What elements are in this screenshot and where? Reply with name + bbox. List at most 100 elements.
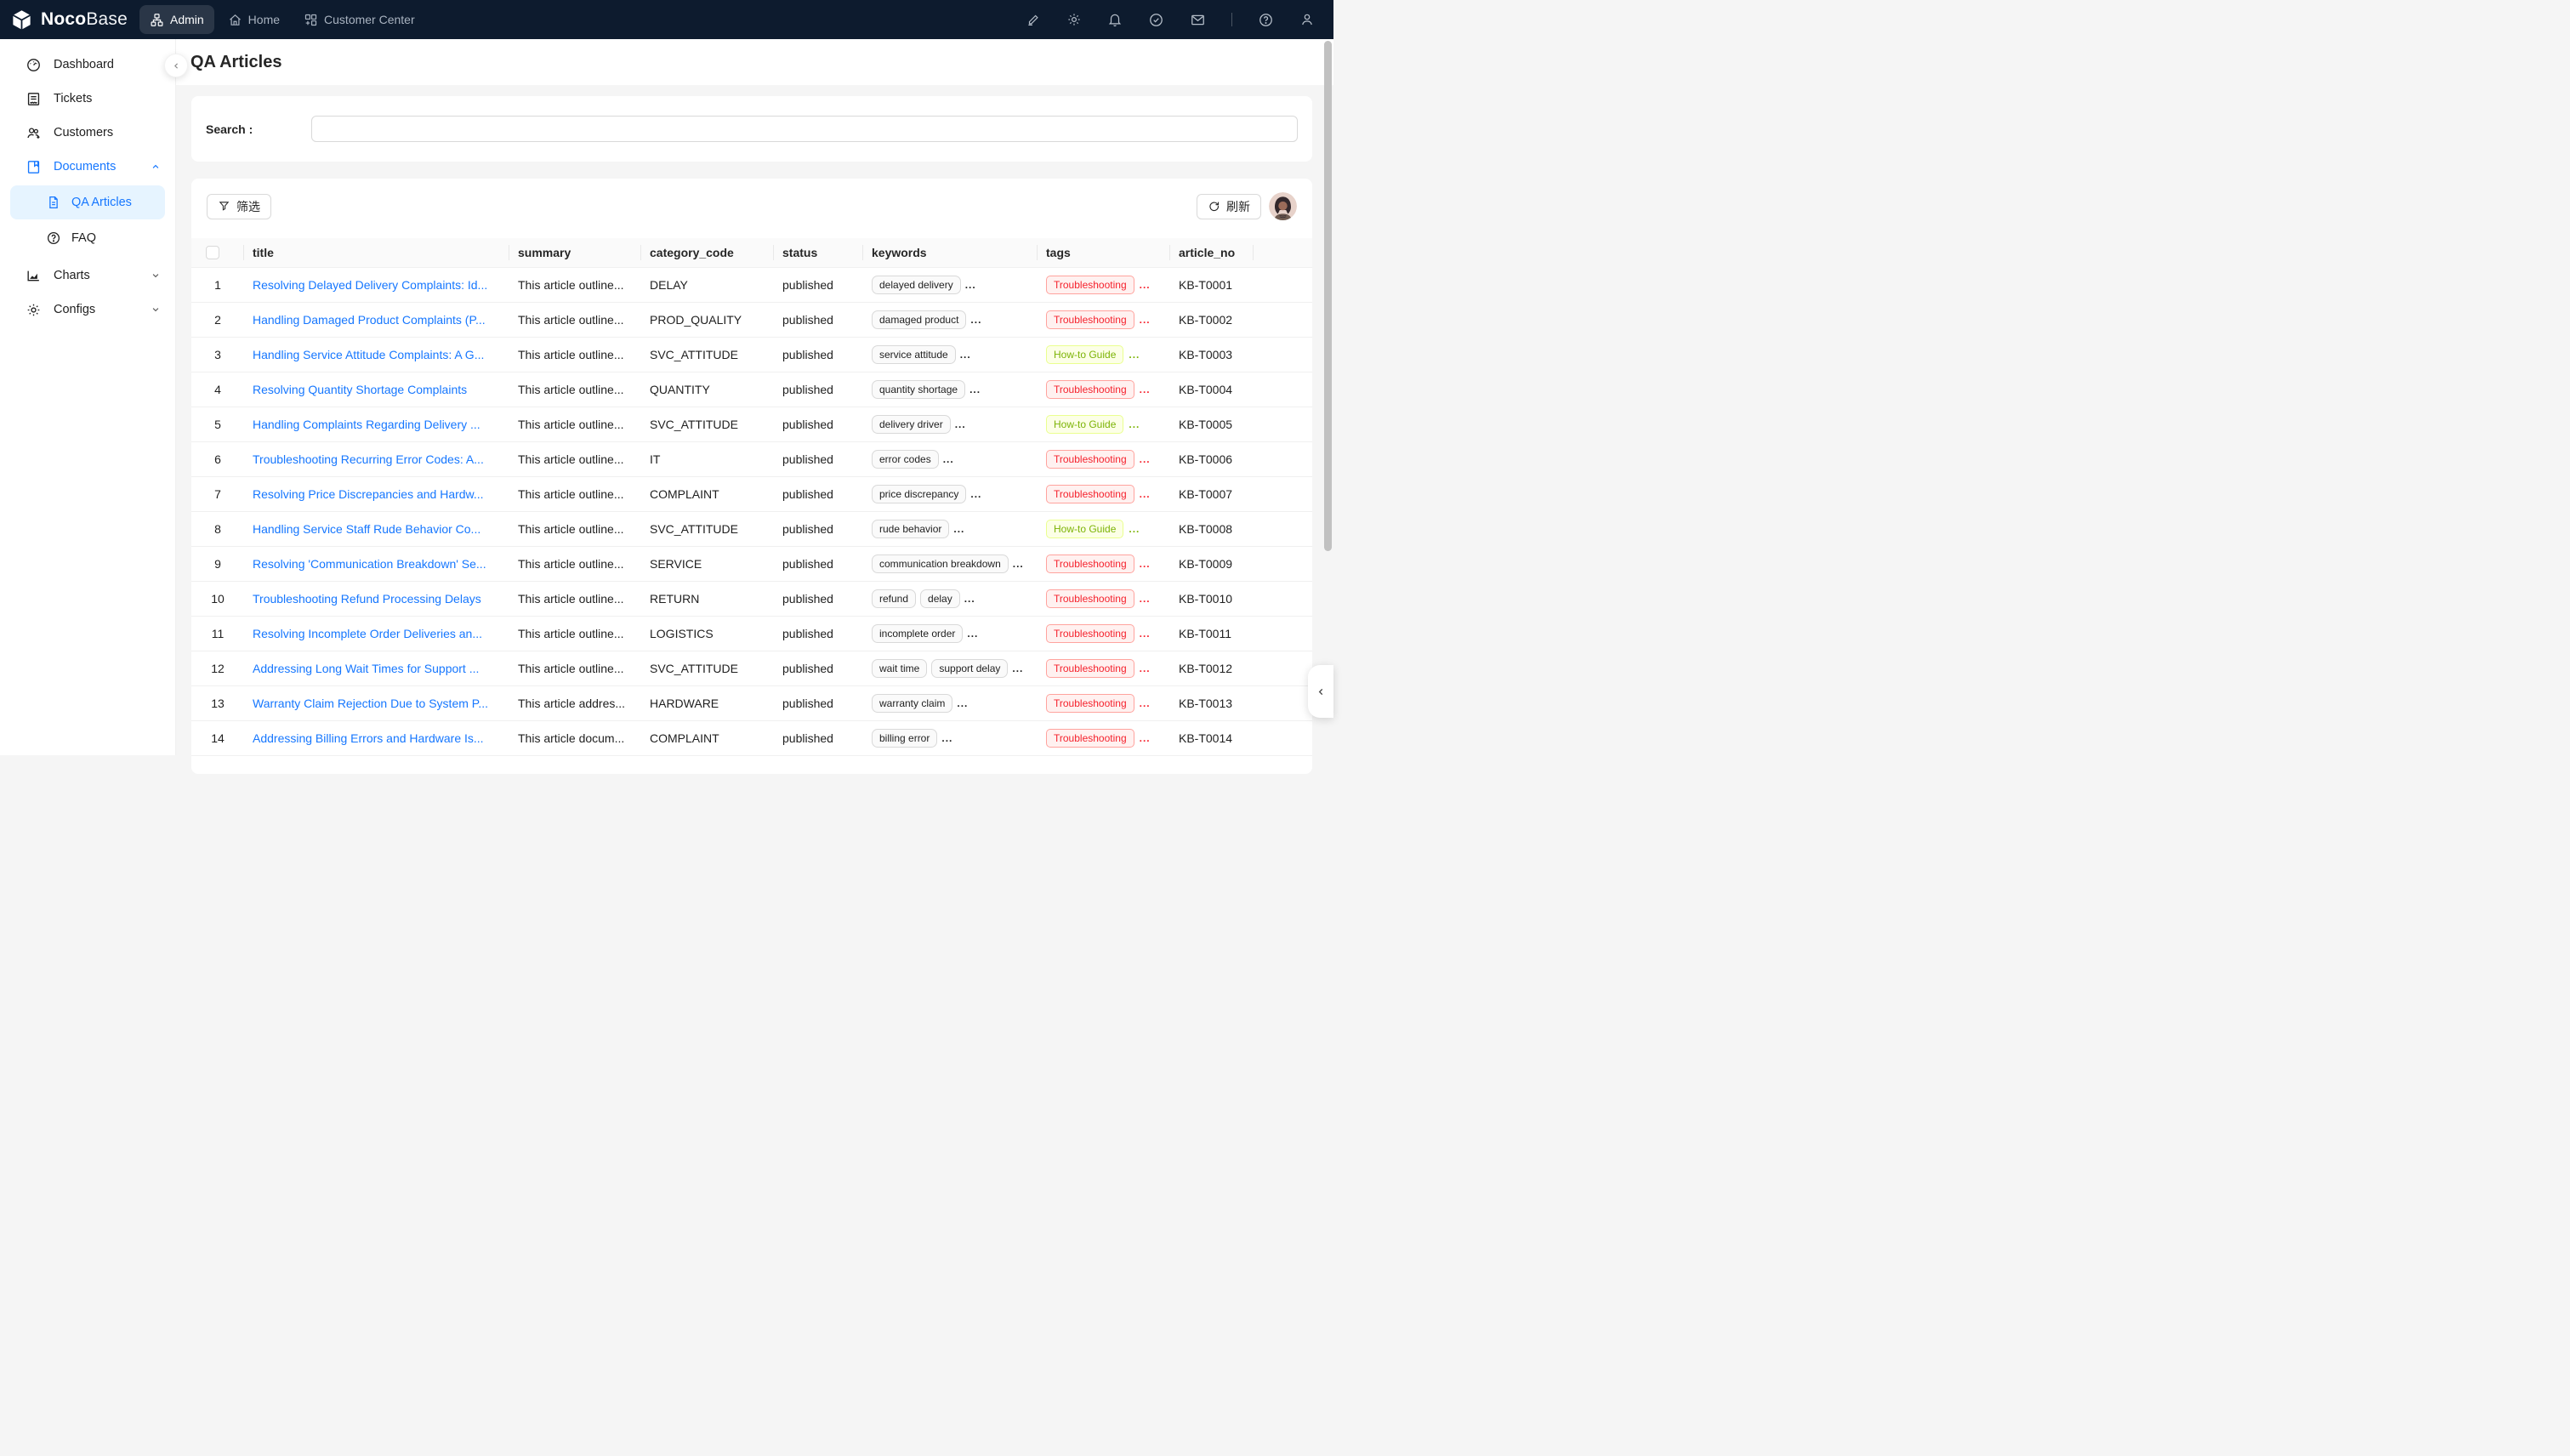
user-icon[interactable]	[1299, 12, 1315, 27]
article-title-link[interactable]: Resolving Delayed Delivery Complaints: I…	[253, 278, 487, 292]
article-title-link[interactable]: Addressing Long Wait Times for Support .…	[253, 662, 479, 675]
tag-badge: How-to Guide	[1046, 345, 1123, 364]
keywords-overflow-ellipsis: ...	[970, 488, 981, 500]
category-code-cell: RETURN	[641, 581, 774, 616]
extra-cell	[1254, 616, 1312, 651]
navbar-divider	[1231, 13, 1232, 26]
keyword-chip: delay	[920, 589, 960, 608]
article-title-link[interactable]: Handling Damaged Product Complaints (P..…	[253, 313, 486, 327]
row-index: 13	[191, 685, 244, 720]
vertical-scrollbar-thumb[interactable]	[1324, 41, 1332, 551]
nocobase-logo-icon	[10, 9, 33, 31]
keyword-chip: error codes	[872, 450, 939, 469]
article-title-link[interactable]: Troubleshooting Recurring Error Codes: A…	[253, 452, 484, 466]
column-header-status: status	[774, 238, 863, 267]
article-title-link[interactable]: Resolving Price Discrepancies and Hardw.…	[253, 487, 484, 501]
status-cell: published	[774, 511, 863, 546]
keyword-chip: delayed delivery	[872, 276, 961, 294]
sidebar-item-faq[interactable]: FAQ	[10, 221, 165, 255]
right-drawer-toggle[interactable]	[1308, 665, 1333, 718]
tag-badge: Troubleshooting	[1046, 624, 1134, 643]
tags-cell: How-to Guide...	[1038, 407, 1170, 441]
article-title-link[interactable]: Resolving 'Communication Breakdown' Se..…	[253, 557, 486, 571]
tab-home[interactable]: Home	[218, 5, 290, 34]
table-body: 1 Resolving Delayed Delivery Complaints:…	[191, 267, 1312, 755]
keywords-overflow-ellipsis: ...	[965, 279, 976, 291]
sidebar-item-qa-articles[interactable]: QA Articles	[10, 185, 165, 219]
keywords-overflow-ellipsis: ...	[1012, 663, 1023, 674]
keywords-cell: damaged product...	[863, 302, 1038, 337]
article-title-link[interactable]: Addressing Billing Errors and Hardware I…	[253, 731, 484, 745]
summary-cell: This article outline...	[509, 476, 641, 511]
nocobase-logo[interactable]: NocoBase	[0, 9, 139, 31]
article-no-cell: KB-T0009	[1170, 546, 1254, 581]
bell-icon[interactable]	[1107, 12, 1123, 27]
extra-cell	[1254, 651, 1312, 685]
sidebar-item-configs[interactable]: Configs	[0, 293, 175, 327]
row-index: 8	[191, 511, 244, 546]
tab-admin[interactable]: Admin	[139, 5, 214, 34]
status-cell: published	[774, 720, 863, 755]
sidebar-item-charts[interactable]: Charts	[0, 259, 175, 293]
gear-icon	[26, 302, 42, 318]
check-circle-icon[interactable]	[1148, 12, 1164, 28]
title-cell: Handling Service Staff Rude Behavior Co.…	[244, 511, 509, 546]
sidebar-item-dashboard[interactable]: Dashboard	[0, 48, 175, 82]
article-title-link[interactable]: Troubleshooting Refund Processing Delays	[253, 592, 481, 606]
status-cell: published	[774, 685, 863, 720]
keyword-chip: damaged product	[872, 310, 966, 329]
tab-customer-center[interactable]: Customer Center	[293, 5, 425, 34]
tags-overflow-ellipsis: ...	[1140, 384, 1151, 395]
sidebar-item-label: Charts	[54, 269, 138, 282]
summary-cell: This article outline...	[509, 651, 641, 685]
category-code-cell: SVC_ATTITUDE	[641, 337, 774, 372]
sidebar-item-documents[interactable]: Documents	[0, 150, 175, 184]
extra-cell	[1254, 685, 1312, 720]
table-row: 13 Warranty Claim Rejection Due to Syste…	[191, 685, 1312, 720]
tags-overflow-ellipsis: ...	[1129, 523, 1140, 535]
article-title-link[interactable]: Handling Service Staff Rude Behavior Co.…	[253, 522, 480, 536]
gear-icon[interactable]	[1066, 12, 1082, 27]
category-code-cell: LOGISTICS	[641, 616, 774, 651]
ticket-icon	[26, 91, 42, 107]
article-title-link[interactable]: Resolving Quantity Shortage Complaints	[253, 383, 467, 396]
tags-cell: Troubleshooting...	[1038, 267, 1170, 302]
keywords-overflow-ellipsis: ...	[953, 523, 964, 535]
summary-cell: This article outline...	[509, 546, 641, 581]
article-title-link[interactable]: Handling Service Attitude Complaints: A …	[253, 348, 484, 361]
sidebar-item-customers[interactable]: Customers	[0, 116, 175, 150]
filter-funnel-icon	[218, 200, 230, 213]
column-header-tags: tags	[1038, 238, 1170, 267]
tags-cell: Troubleshooting...	[1038, 302, 1170, 337]
extra-cell	[1254, 302, 1312, 337]
keywords-overflow-ellipsis: ...	[969, 384, 981, 395]
customers-icon	[26, 125, 42, 141]
area-chart-icon	[26, 268, 42, 284]
sidebar-item-tickets[interactable]: Tickets	[0, 82, 175, 116]
summary-cell: This article outline...	[509, 267, 641, 302]
select-all-checkbox[interactable]	[206, 246, 219, 259]
search-input[interactable]	[311, 116, 1298, 142]
tag-badge: Troubleshooting	[1046, 694, 1134, 713]
extra-cell	[1254, 546, 1312, 581]
mail-icon[interactable]	[1190, 12, 1206, 28]
highlighter-icon[interactable]	[1026, 12, 1041, 27]
extra-cell	[1254, 267, 1312, 302]
user-avatar[interactable]	[1269, 192, 1297, 220]
tags-cell: How-to Guide...	[1038, 337, 1170, 372]
article-title-link[interactable]: Handling Complaints Regarding Delivery .…	[253, 418, 480, 431]
article-title-link[interactable]: Resolving Incomplete Order Deliveries an…	[253, 627, 482, 640]
chevron-down-icon	[150, 270, 162, 282]
article-title-link[interactable]: Warranty Claim Rejection Due to System P…	[253, 697, 488, 710]
article-no-cell: KB-T0005	[1170, 407, 1254, 441]
tags-overflow-ellipsis: ...	[1140, 593, 1151, 605]
filter-button[interactable]: 筛选	[207, 194, 271, 219]
column-header-article-no: article_no	[1170, 238, 1254, 267]
refresh-button[interactable]: 刷新	[1197, 194, 1261, 219]
sidebar-item-label: Documents	[54, 160, 138, 173]
article-icon	[46, 195, 61, 210]
sidebar-collapse-button[interactable]	[164, 54, 188, 77]
question-circle-icon[interactable]	[1258, 12, 1274, 28]
tag-badge: How-to Guide	[1046, 520, 1123, 538]
title-cell: Handling Complaints Regarding Delivery .…	[244, 407, 509, 441]
